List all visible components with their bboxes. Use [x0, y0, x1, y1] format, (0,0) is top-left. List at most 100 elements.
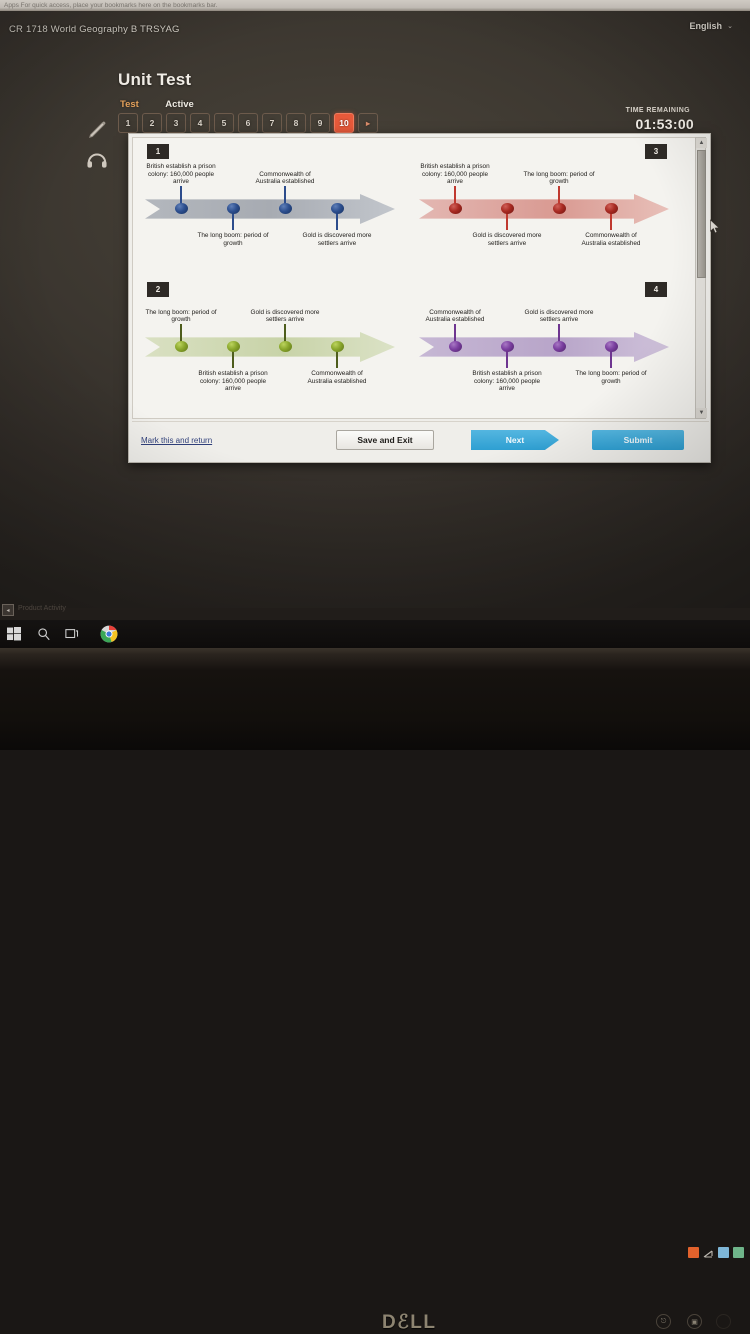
tray-icon-blue[interactable] [718, 1247, 729, 1258]
timeline-event-label: The long boom: period of growth [575, 370, 647, 385]
course-title: CR 1718 World Geography B TRSYAG [9, 24, 180, 35]
chevron-down-icon[interactable]: ⌄ [727, 22, 733, 30]
scrollbar-thumb[interactable] [697, 150, 706, 278]
timeline-stem [232, 350, 234, 368]
timeline-option-3[interactable]: 3 British establish a prison colony: 160,… [415, 142, 673, 274]
timeline-stem [284, 186, 286, 204]
scroll-up-icon[interactable]: ▲ [696, 138, 707, 148]
timeline-number-badge: 2 [147, 282, 169, 297]
question-button-2[interactable]: 2 [142, 113, 162, 133]
timeline-event-label: The long boom: period of growth [197, 232, 269, 247]
timeline-stem [610, 350, 612, 368]
timeline-node [605, 341, 618, 352]
question-nav[interactable]: 1 2 3 4 5 6 7 8 9 10 ▸ [118, 113, 378, 133]
timeline-event-label: The long boom: period of growth [523, 170, 595, 186]
mouse-cursor [710, 219, 720, 235]
timeline-stem [284, 324, 286, 342]
show-desktop-button[interactable]: ◂ [2, 604, 14, 616]
next-button[interactable]: Next [471, 430, 559, 450]
task-view-icon[interactable] [64, 626, 80, 642]
chrome-icon[interactable] [100, 625, 118, 643]
submit-button[interactable]: Submit [592, 430, 684, 450]
question-button-5[interactable]: 5 [214, 113, 234, 133]
windows-start-icon[interactable] [6, 626, 22, 642]
question-card: 1 British establish a prison colony: 160,… [128, 133, 711, 463]
language-selector-label[interactable]: English [689, 21, 722, 31]
input-source-button[interactable]: ⎋ [656, 1314, 671, 1329]
tray-icon-green[interactable] [733, 1247, 744, 1258]
timeline-node [175, 203, 188, 214]
timeline-node [331, 203, 344, 214]
timeline-stem [180, 186, 182, 204]
timeline-node [279, 203, 292, 214]
timeline-node [449, 341, 462, 352]
timeline-event-label: Gold is discovered more settlers arrive [472, 232, 542, 247]
bookmarks-hint-text: Apps For quick access, place your bookma… [4, 2, 218, 9]
timeline-stem [506, 212, 508, 230]
timeline-number-badge: 1 [147, 144, 169, 159]
tray-icon-orange[interactable] [688, 1247, 699, 1258]
question-button-6[interactable]: 6 [238, 113, 258, 133]
scroll-down-icon[interactable]: ▼ [696, 408, 707, 418]
timeline-node [175, 341, 188, 352]
test-status-row: Test Active [120, 94, 194, 112]
monitor-bezel: DℰLL ⎋ ▣ [0, 648, 750, 1333]
timer-value: 01:53:00 [635, 116, 694, 132]
timeline-stem [454, 186, 456, 204]
status-active-label: Active [165, 99, 194, 110]
timeline-event-label: Commonwealth of Australia established [307, 370, 367, 385]
timeline-node [553, 341, 566, 352]
headphones-icon[interactable] [86, 149, 108, 169]
save-and-exit-button[interactable]: Save and Exit [336, 430, 434, 450]
tray-icon-network[interactable] [703, 1247, 714, 1258]
timeline-node [449, 203, 462, 214]
timeline-event-label: Gold is discovered more settlers arrive [250, 308, 320, 324]
timeline-stem [454, 324, 456, 342]
mark-this-and-return-link[interactable]: Mark this and return [141, 436, 212, 445]
power-button[interactable] [716, 1314, 731, 1329]
question-button-7[interactable]: 7 [262, 113, 282, 133]
timeline-option-4[interactable]: 4 Commonwealth of Australia established Br… [415, 280, 673, 412]
question-button-10[interactable]: 10 [334, 113, 354, 133]
timeline-event-label: British establish a prison colony: 160,0… [420, 163, 490, 186]
dell-logo: DℰLL [382, 1312, 437, 1333]
timeline-stem [558, 186, 560, 204]
timeline-number-badge: 4 [645, 282, 667, 297]
timeline-node [227, 341, 240, 352]
timeline-event-label: British establish a prison colony: 160,0… [198, 370, 268, 393]
timeline-stem [558, 324, 560, 342]
timeline-stem [336, 350, 338, 368]
timeline-stem [336, 212, 338, 230]
timeline-event-label: Gold is discovered more settlers arrive [524, 308, 594, 324]
timeline-option-2[interactable]: 2 The long boom: period of growth British … [141, 280, 399, 412]
timeline-option-1[interactable]: 1 British establish a prison colony: 160,… [141, 142, 399, 274]
pencil-icon[interactable] [86, 119, 108, 141]
question-button-3[interactable]: 3 [166, 113, 186, 133]
windows-taskbar [0, 620, 750, 1258]
question-button-8[interactable]: 8 [286, 113, 306, 133]
timeline-node [279, 341, 292, 352]
question-footer: Mark this and return Save and Exit Next … [132, 421, 709, 459]
desktop-watermark-text: Product Activity [18, 605, 66, 612]
timeline-event-label: Commonwealth of Australia established [581, 232, 641, 247]
vertical-scrollbar[interactable]: ▲ ▼ [695, 137, 707, 419]
question-button-1[interactable]: 1 [118, 113, 138, 133]
next-question-arrow-icon[interactable]: ▸ [358, 113, 378, 133]
timeline-stem [180, 324, 182, 342]
monitor-photo: Apps For quick access, place your bookma… [0, 0, 750, 1333]
menu-button[interactable]: ▣ [687, 1314, 702, 1329]
timeline-node [605, 203, 618, 214]
answer-options-area: 1 British establish a prison colony: 160,… [132, 137, 704, 419]
timeline-stem [506, 350, 508, 368]
timeline-node [553, 203, 566, 214]
timeline-node [501, 203, 514, 214]
timeline-node [227, 203, 240, 214]
timeline-event-label: Commonwealth of Australia established [425, 308, 485, 324]
browser-bookmarks-bar: Apps For quick access, place your bookma… [0, 0, 750, 11]
timeline-event-label: British establish a prison colony: 160,0… [472, 370, 542, 393]
timer-label: TIME REMAINING [625, 107, 690, 114]
timeline-event-label: Gold is discovered more settlers arrive [302, 232, 372, 247]
question-button-9[interactable]: 9 [310, 113, 330, 133]
search-icon[interactable] [36, 626, 52, 642]
question-button-4[interactable]: 4 [190, 113, 210, 133]
